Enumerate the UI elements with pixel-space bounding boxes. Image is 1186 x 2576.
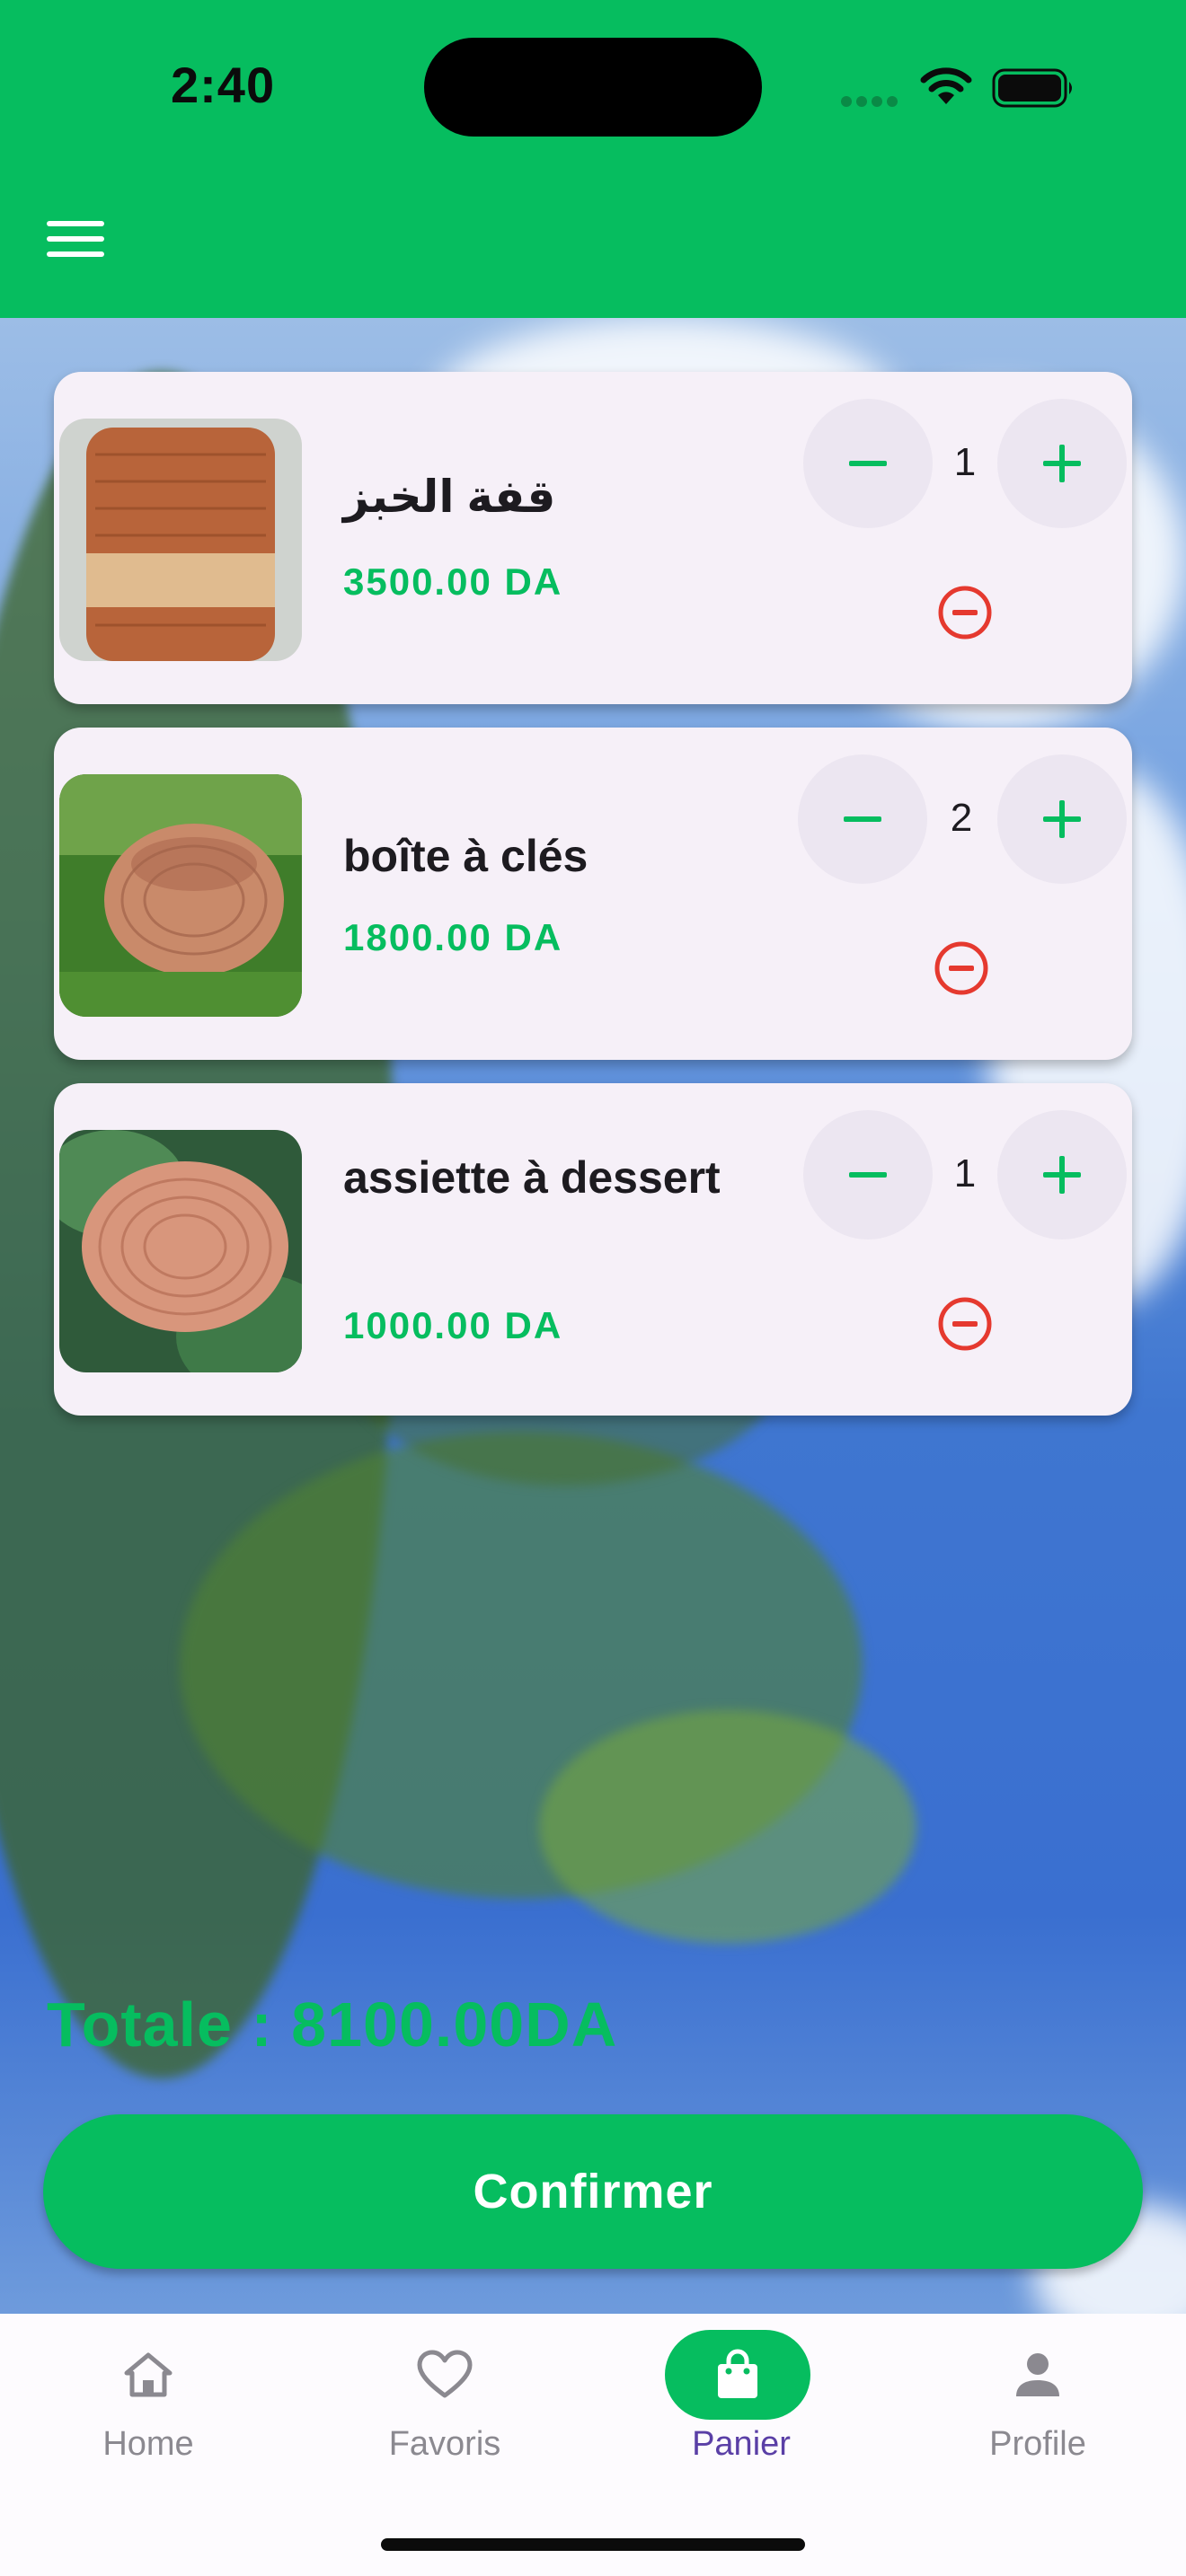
cart-total: Totale : 8100.00DA [47,1989,618,2060]
minus-icon [849,1172,887,1178]
decrease-quantity-button[interactable] [803,1110,933,1239]
product-image [59,419,302,661]
remove-item-icon[interactable] [936,1295,994,1353]
product-name: assiette à dessert [343,1152,721,1203]
nav-label-panier: Panier [692,2425,791,2463]
person-icon [1016,2353,1059,2396]
minus-icon [844,816,881,822]
menu-icon[interactable] [47,221,104,259]
quantity-value: 2 [950,796,973,840]
quantity-value: 1 [953,440,977,484]
plus-icon [1043,800,1081,838]
decrease-quantity-button[interactable] [798,754,927,884]
nav-item-favoris[interactable]: Favoris [296,2314,593,2493]
product-image [59,774,302,1017]
status-time: 2:40 [171,57,276,113]
remove-item-icon[interactable] [936,584,994,641]
increase-quantity-button[interactable] [997,1110,1127,1239]
minus-icon [849,461,887,466]
confirm-button[interactable]: Confirmer [43,2114,1143,2269]
nav-item-home[interactable]: Home [0,2314,296,2493]
plus-icon [1043,445,1081,482]
cart-item-card: boîte à clés 1800.00 DA 2 [54,728,1132,1060]
status-bar: 2:40 [0,0,1186,180]
decrease-quantity-button[interactable] [803,399,933,528]
product-price: 3500.00 DA [343,560,563,603]
product-image [59,1130,302,1372]
product-name: قفة الخبز [343,472,556,522]
home-icon [124,2352,173,2397]
nav-label-profile: Profile [989,2425,1086,2463]
app-bar [0,180,1186,318]
nav-label-home: Home [102,2425,194,2463]
home-indicator[interactable] [381,2538,805,2551]
increase-quantity-button[interactable] [997,754,1127,884]
bottom-nav: Home Favoris Panier Profile [0,2314,1186,2576]
remove-item-icon[interactable] [933,940,990,997]
quantity-value: 1 [953,1151,977,1195]
battery-icon [992,68,1072,108]
product-price: 1800.00 DA [343,916,563,958]
cart-item-card: قفة الخبز 3500.00 DA 1 [54,372,1132,704]
increase-quantity-button[interactable] [997,399,1127,528]
wifi-icon [920,67,972,104]
nav-item-profile[interactable]: Profile [890,2314,1186,2493]
signal-dots-icon [841,95,902,111]
nav-item-panier[interactable]: Panier [593,2314,890,2493]
plus-icon [1043,1156,1081,1194]
dynamic-island [424,38,762,137]
nav-label-favoris: Favoris [388,2425,501,2463]
cart-item-card: assiette à dessert 1000.00 DA 1 [54,1083,1132,1416]
product-name: boîte à clés [343,831,589,881]
shopping-bag-icon [718,2349,757,2398]
product-price: 1000.00 DA [343,1304,563,1346]
heart-icon [417,2350,473,2398]
